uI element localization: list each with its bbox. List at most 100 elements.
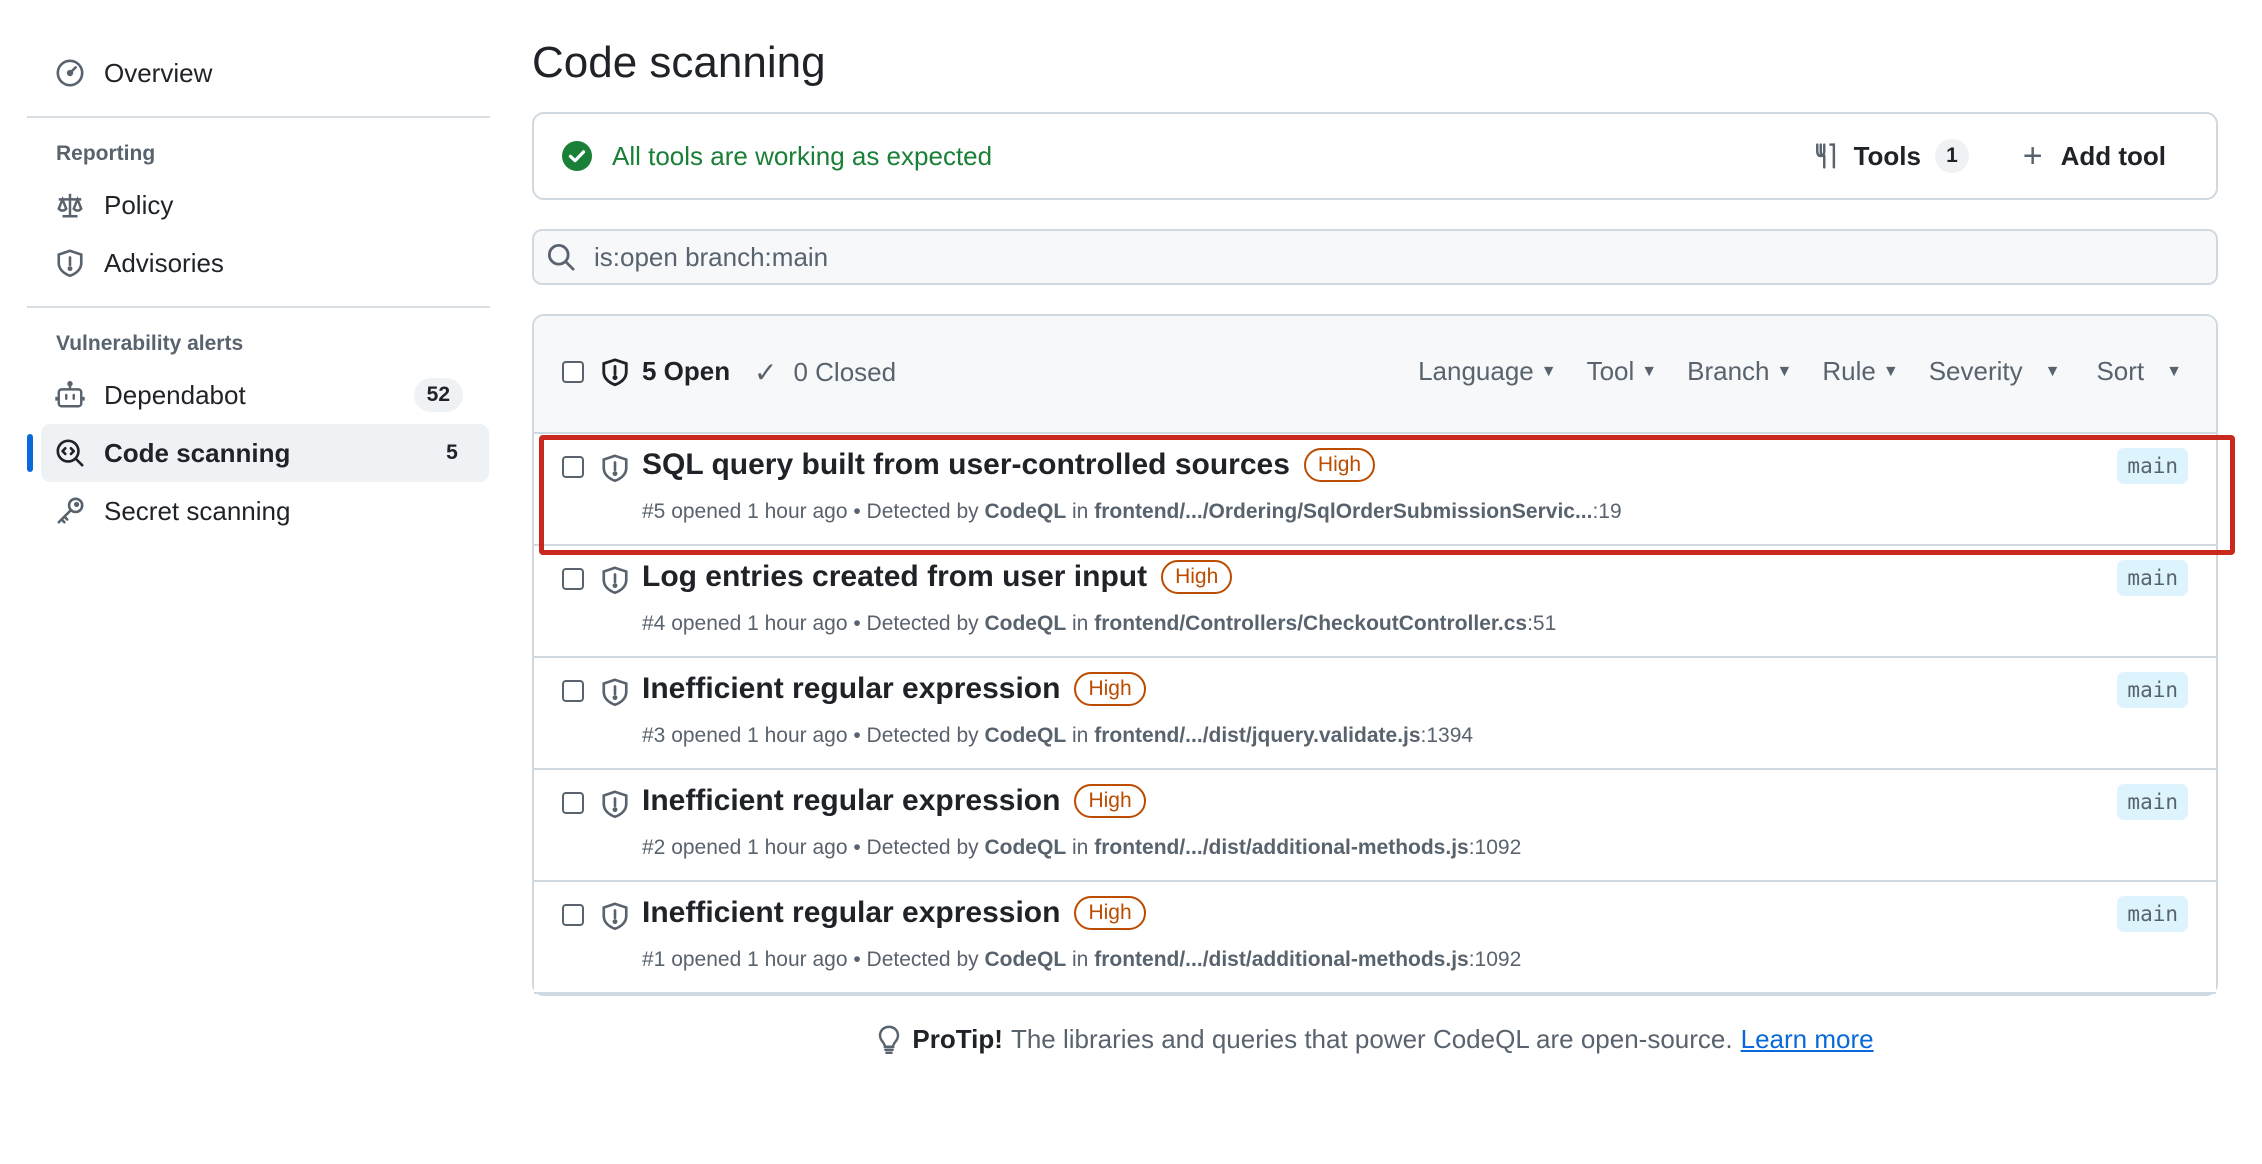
page-title: Code scanning [532,38,826,87]
shield-icon [54,247,86,279]
sidebar-item-dependabot[interactable]: Dependabot 52 [27,366,490,424]
alert-row[interactable]: SQL query built from user-controlled sou… [534,434,2216,546]
select-all-checkbox[interactable] [562,361,584,383]
protip-label: ProTip! [912,1024,1003,1054]
key-icon [54,495,86,527]
branch-label[interactable]: main [2117,448,2188,484]
filter-branch[interactable]: Branch ▼ [1687,356,1792,387]
alert-checkbox[interactable] [562,568,584,590]
alert-row[interactable]: Log entries created from user input High… [534,546,2216,658]
learn-more-link[interactable]: Learn more [1741,1024,1874,1055]
alert-number: #3 [642,724,666,747]
alert-row[interactable]: Inefficient regular expression High #2 o… [534,770,2216,882]
alert-row[interactable]: Inefficient regular expression High #3 o… [534,658,2216,770]
alert-tool: CodeQL [984,836,1067,859]
branch-label[interactable]: main [2117,560,2188,596]
alert-number: #2 [642,836,666,859]
alert-path: frontend/.../dist/additional-methods.js [1094,948,1469,971]
detected-by-prefix: • Detected by [853,612,979,635]
sidebar: Overview Reporting Policy Advisories Vul… [27,44,490,540]
open-count-label: 5 Open [642,356,731,386]
sidebar-item-secret-scanning[interactable]: Secret scanning [27,482,490,540]
shield-icon [602,357,628,386]
filter-label: Sort [2096,356,2145,386]
alert-path: frontend/.../dist/jquery.validate.js [1094,724,1421,747]
sidebar-item-advisories[interactable]: Advisories [27,234,490,292]
sidebar-item-policy[interactable]: Policy [27,176,490,234]
branch-label[interactable]: main [2117,784,2188,820]
alert-meta: #2 opened 1 hour ago • Detected by CodeQ… [642,836,1521,860]
light-bulb-icon [879,1025,900,1054]
tools-button[interactable]: Tools 1 [1812,139,1969,173]
branch-label[interactable]: main [2117,672,2188,708]
detected-by-prefix: • Detected by [853,836,979,859]
in-word: in [1072,724,1089,747]
add-tool-button[interactable]: + Add tool [2023,139,2166,173]
alert-title-link[interactable]: Inefficient regular expression [642,784,1060,818]
alert-line: :1394 [1420,724,1474,747]
filter-label: Rule [1822,356,1876,386]
search-input[interactable] [592,240,2092,274]
alert-checkbox[interactable] [562,792,584,814]
alert-checkbox[interactable] [562,904,584,926]
codescan-icon [54,437,86,469]
filter-sort[interactable]: Sort ▼ [2096,356,2182,387]
tools-count-badge: 1 [1935,139,1969,173]
alert-line: :51 [1527,612,1557,635]
open-alerts-tab[interactable]: 5 Open [600,356,730,387]
in-word: in [1072,948,1089,971]
filter-tool[interactable]: Tool ▼ [1587,356,1658,387]
alert-meta: #3 opened 1 hour ago • Detected by CodeQ… [642,724,1473,748]
alert-path: frontend/.../Ordering/SqlOrderSubmission… [1094,500,1593,523]
page: Overview Reporting Policy Advisories Vul… [0,0,2262,1164]
filter-rule[interactable]: Rule ▼ [1822,356,1898,387]
check-circle-icon [562,141,592,171]
shield-icon [602,454,628,483]
closed-alerts-tab[interactable]: ✓ 0 Closed [754,356,896,389]
branch-label[interactable]: main [2117,896,2188,932]
alert-title-link[interactable]: Log entries created from user input [642,560,1147,594]
filter-label: Severity [1928,356,2023,386]
filter-severity[interactable]: Severity ▼ [1929,356,2061,387]
sidebar-item-overview[interactable]: Overview [27,44,490,102]
caret-down-icon: ▼ [2044,362,2061,380]
alert-line: :19 [1592,500,1622,523]
severity-badge: High [1074,672,1146,706]
sidebar-item-code-scanning[interactable]: Code scanning 5 [27,424,489,482]
alert-number: #1 [642,948,666,971]
sidebar-item-label: Code scanning [104,437,291,468]
alert-tool: CodeQL [984,948,1067,971]
alert-line: :1092 [1468,836,1522,859]
alert-tool: CodeQL [984,612,1067,635]
alert-checkbox[interactable] [562,456,584,478]
alert-path: frontend/.../dist/additional-methods.js [1094,836,1469,859]
filter-language[interactable]: Language ▼ [1418,356,1557,387]
alert-meta: #5 opened 1 hour ago • Detected by CodeQ… [642,500,1622,524]
reporting-heading: Reporting [56,142,156,165]
dependabot-count-badge: 52 [413,378,463,412]
shield-icon [602,790,628,819]
caret-down-icon: ▼ [1882,362,1899,380]
alert-line: :1092 [1468,948,1522,971]
tool-status-bar: All tools are working as expected Tools … [532,112,2218,200]
alert-title-link[interactable]: Inefficient regular expression [642,896,1060,930]
law-icon [54,189,86,221]
alert-opened: opened 1 hour ago [671,612,848,635]
check-icon: ✓ [754,357,778,388]
meter-icon [54,57,86,89]
alert-number: #4 [642,612,666,635]
detected-by-prefix: • Detected by [853,724,979,747]
alert-path: frontend/Controllers/CheckoutController.… [1094,612,1528,635]
alerts-list: 5 Open ✓ 0 Closed Language ▼ Tool ▼ Branch… [532,314,2235,996]
alert-title-link[interactable]: Inefficient regular expression [642,672,1060,706]
alert-search[interactable] [532,229,2218,285]
caret-down-icon: ▼ [1540,362,1557,380]
detected-by-prefix: • Detected by [853,500,979,523]
alert-checkbox[interactable] [562,680,584,702]
tool-status: All tools are working as expected [562,141,992,172]
add-tool-label: Add tool [2060,140,2166,171]
alert-title-link[interactable]: SQL query built from user-controlled sou… [642,448,1290,482]
in-word: in [1072,500,1089,523]
alert-row[interactable]: Inefficient regular expression High #1 o… [534,882,2216,994]
alert-tool: CodeQL [984,724,1067,747]
